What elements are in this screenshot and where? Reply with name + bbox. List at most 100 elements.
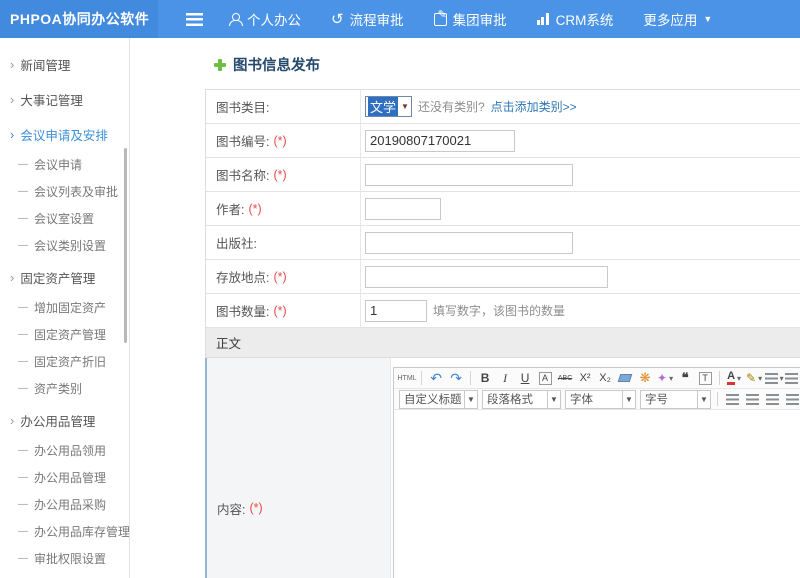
editor-toolbar-row1: HTML↶↷BIUAABCX²X₂❋✦▾❝TA▾✎▾▾▾ xyxy=(394,368,800,389)
field-input[interactable] xyxy=(365,198,441,220)
field-input[interactable] xyxy=(365,130,515,152)
sidebar-item[interactable]: —办公用品采购 xyxy=(0,491,129,518)
paste-text-button[interactable]: T xyxy=(696,369,715,387)
sidebar-item[interactable]: —会议列表及审批 xyxy=(0,178,129,205)
sidebar-item[interactable]: ›新闻管理 xyxy=(0,46,129,81)
sidebar-item[interactable]: ›固定资产管理 xyxy=(0,259,129,294)
sidebar-item[interactable]: ›大事记管理 xyxy=(0,81,129,116)
dash-icon: — xyxy=(18,383,28,394)
field-input[interactable] xyxy=(365,164,573,186)
strikethrough-button-icon: ABC xyxy=(558,375,572,382)
field-input[interactable] xyxy=(365,232,573,254)
sidebar-item-label: 办公用品库存管理 xyxy=(34,523,130,540)
caret-down-icon: ▼ xyxy=(697,391,710,408)
undo-button[interactable]: ↶ xyxy=(427,369,446,387)
ordered-list-button[interactable]: ▾ xyxy=(765,369,784,387)
sidebar-item[interactable]: ›会议申请及安排 xyxy=(0,116,129,151)
superscript-button-icon: X² xyxy=(580,372,591,384)
blockquote-button-icon: ❝ xyxy=(682,370,689,386)
sidebar-item[interactable]: — 办公用品库存管理 xyxy=(0,518,129,545)
dash-icon: — xyxy=(18,159,28,170)
highlight-color-button[interactable]: ✎▾ xyxy=(745,369,764,387)
font-family-select[interactable]: 字体▼ xyxy=(565,390,636,409)
sidebar-item[interactable]: —办公用品管理 xyxy=(0,464,129,491)
align-center-button-icon xyxy=(746,394,759,405)
sidebar-item[interactable]: —会议申请 xyxy=(0,151,129,178)
nav-personal-office[interactable]: 个人办公 xyxy=(229,9,301,29)
add-category-link[interactable]: 点击添加类别>> xyxy=(491,98,577,115)
field-value-cell xyxy=(361,158,800,191)
source-code-button[interactable]: HTML xyxy=(398,369,417,387)
chevron-right-icon: › xyxy=(10,95,14,105)
content-editor-cell: HTML↶↷BIUAABCX²X₂❋✦▾❝TA▾✎▾▾▾ 自定义标题▼段落格式▼… xyxy=(391,358,800,578)
strikethrough-button[interactable]: ABC xyxy=(556,369,575,387)
sidebar-item[interactable]: —固定资产折旧 xyxy=(0,348,129,375)
paragraph-format-select[interactable]: 段落格式▼ xyxy=(482,390,561,409)
redo-button[interactable]: ↷ xyxy=(447,369,466,387)
align-justify-button[interactable] xyxy=(783,390,800,408)
nav-more-apps[interactable]: 更多应用 ▼ xyxy=(643,9,712,29)
align-center-button[interactable] xyxy=(743,390,762,408)
superscript-button[interactable]: X² xyxy=(576,369,595,387)
blockquote-button[interactable]: ❝ xyxy=(676,369,695,387)
sidebar-item[interactable]: — 增加固定资产 xyxy=(0,294,129,321)
nav-label: CRM系统 xyxy=(556,9,614,29)
align-left-button[interactable] xyxy=(723,390,742,408)
sidebar-scrollbar[interactable] xyxy=(124,148,127,343)
eraser-button-icon xyxy=(618,374,633,382)
caret-down-icon: ▾ xyxy=(758,374,762,383)
border-text-button[interactable]: A xyxy=(536,369,555,387)
editor-content-area[interactable] xyxy=(394,410,800,578)
nav-group-approval[interactable]: 集团审批 xyxy=(434,9,507,29)
format-brush-button-icon: ❋ xyxy=(640,370,651,386)
sidebar-item[interactable]: — 办公用品领用 xyxy=(0,437,129,464)
bold-button[interactable]: B xyxy=(476,369,495,387)
dash-icon: — xyxy=(18,445,28,456)
category-select[interactable]: 文学▼ xyxy=(365,96,412,117)
nav-label: 集团审批 xyxy=(453,9,507,29)
hamburger-menu-icon[interactable] xyxy=(186,13,203,26)
align-right-button-icon xyxy=(766,394,779,405)
custom-title-select[interactable]: 自定义标题▼ xyxy=(399,390,478,409)
edit-icon xyxy=(434,13,447,26)
sidebar-item[interactable]: ›办公用品管理 xyxy=(0,402,129,437)
sidebar-item-label: 增加固定资产 xyxy=(34,299,106,316)
field-label: 图书数量: xyxy=(216,301,269,320)
nav-process-approval[interactable]: ↺ 流程审批 xyxy=(331,9,404,29)
field-label-cell: 作者:(*) xyxy=(206,192,361,225)
sidebar-item-label: 会议列表及审批 xyxy=(34,183,118,200)
field-input[interactable] xyxy=(365,266,608,288)
caret-down-icon: ▼ xyxy=(464,391,477,408)
sidebar-item[interactable]: —审批权限设置 xyxy=(0,545,129,572)
dash-icon: — xyxy=(18,553,28,564)
eraser-button[interactable] xyxy=(616,369,635,387)
autotypeset-button[interactable]: ✦▾ xyxy=(656,369,675,387)
field-value-cell: 文学▼还没有类别?点击添加类别>> xyxy=(361,90,800,123)
sidebar-item[interactable]: —办公用品分类设置 xyxy=(0,572,129,578)
sidebar-item-label: 固定资产管理 xyxy=(34,326,106,343)
field-label: 图书名称: xyxy=(216,165,269,184)
field-label: 图书类目: xyxy=(216,97,269,116)
category-select-value: 文学 xyxy=(368,97,398,116)
font-size-select-label: 字号 xyxy=(641,391,697,407)
field-input[interactable] xyxy=(365,300,427,322)
sidebar-item-label: 办公用品领用 xyxy=(34,442,106,459)
dash-icon: — xyxy=(18,302,28,313)
sidebar-item[interactable]: —资产类别 xyxy=(0,375,129,402)
nav-crm-system[interactable]: CRM系统 xyxy=(537,9,614,29)
format-brush-button[interactable]: ❋ xyxy=(636,369,655,387)
subscript-button[interactable]: X₂ xyxy=(596,369,615,387)
italic-button[interactable]: I xyxy=(496,369,515,387)
sidebar-item[interactable]: —会议室设置 xyxy=(0,205,129,232)
unordered-list-button[interactable]: ▾ xyxy=(785,369,800,387)
underline-button[interactable]: U xyxy=(516,369,535,387)
sidebar-item[interactable]: —会议类别设置 xyxy=(0,232,129,259)
dash-icon: — xyxy=(18,499,28,510)
font-size-select[interactable]: 字号▼ xyxy=(640,390,711,409)
sidebar-item[interactable]: —固定资产管理 xyxy=(0,321,129,348)
redo-button-icon: ↷ xyxy=(450,370,462,387)
align-right-button[interactable] xyxy=(763,390,782,408)
font-color-button[interactable]: A▾ xyxy=(725,369,744,387)
dash-icon: — xyxy=(18,526,28,537)
topbar: PHPOA协同办公软件 个人办公 ↺ 流程审批 集团审批 CRM系统 更多应用 … xyxy=(0,0,800,38)
